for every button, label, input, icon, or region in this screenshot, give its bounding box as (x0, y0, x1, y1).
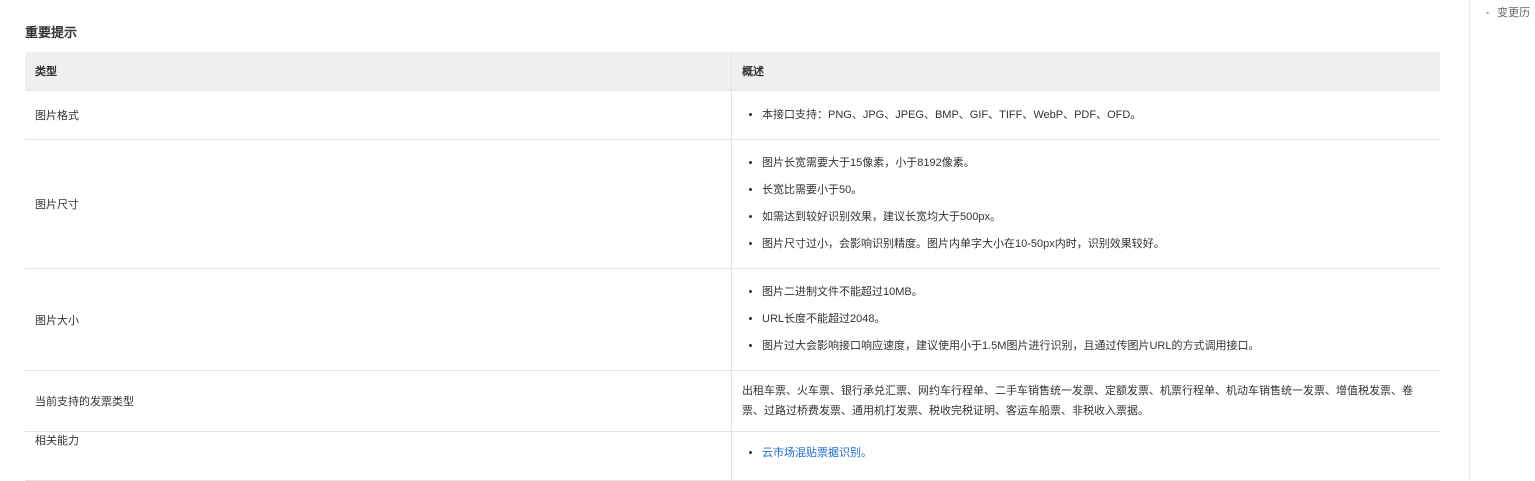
bullet-dot-icon: • (1486, 8, 1490, 18)
row-overview: 出租车票、火车票、银行承兑汇票、网约车行程单、二手车销售统一发票、定额发票、机票… (731, 370, 1440, 432)
table-row: 相关能力 云市场混贴票据识别。 (25, 431, 1440, 481)
row-overview: 本接口支持：PNG、JPG、JPEG、BMP、GIF、TIFF、WebP、PDF… (731, 90, 1440, 140)
list-item: 图片过大会影响接口响应速度，建议使用小于1.5M图片进行识别，且通过传图片URL… (762, 333, 1430, 360)
table-row: 当前支持的发票类型 出租车票、火车票、银行承兑汇票、网约车行程单、二手车销售统一… (25, 370, 1440, 432)
row-type-label: 相关能力 (25, 431, 732, 481)
column-header-type: 类型 (25, 52, 732, 91)
row-overview: 图片二进制文件不能超过10MB。 URL长度不能超过2048。 图片过大会影响接… (731, 268, 1440, 371)
section-title: 重要提示 (25, 25, 78, 40)
row-type-label: 图片大小 (25, 268, 732, 371)
list-item: 本接口支持：PNG、JPG、JPEG、BMP、GIF、TIFF、WebP、PDF… (762, 102, 1430, 129)
list-item: 如需达到较好识别效果，建议长宽均大于500px。 (762, 204, 1430, 231)
supported-invoice-types-text: 出租车票、火车票、银行承兑汇票、网约车行程单、二手车销售统一发票、定额发票、机票… (742, 385, 1413, 417)
table-header-row: 类型 概述 (25, 52, 1440, 91)
list-item: 图片长宽需要大于15像素，小于8192像素。 (762, 150, 1430, 177)
bullet-list: 图片二进制文件不能超过10MB。 URL长度不能超过2048。 图片过大会影响接… (742, 279, 1430, 360)
table-row: 图片尺寸 图片长宽需要大于15像素，小于8192像素。 长宽比需要小于50。 如… (25, 139, 1440, 269)
list-item: 图片二进制文件不能超过10MB。 (762, 279, 1430, 306)
column-header-overview: 概述 (731, 52, 1440, 91)
list-item: URL长度不能超过2048。 (762, 306, 1430, 333)
row-overview: 云市场混贴票据识别。 (731, 431, 1440, 481)
row-type-label: 图片格式 (25, 90, 732, 140)
related-capability-link[interactable]: 云市场混贴票据识别。 (762, 447, 872, 459)
list-item: 图片尺寸过小，会影响识别精度。图片内单字大小在10-50px内时，识别效果较好。 (762, 231, 1430, 258)
row-overview: 图片长宽需要大于15像素，小于8192像素。 长宽比需要小于50。 如需达到较好… (731, 139, 1440, 269)
row-type-label: 图片尺寸 (25, 139, 732, 269)
bullet-list: 图片长宽需要大于15像素，小于8192像素。 长宽比需要小于50。 如需达到较好… (742, 150, 1430, 258)
right-sidebar: • 变更历 (1469, 0, 1535, 480)
table-row: 图片大小 图片二进制文件不能超过10MB。 URL长度不能超过2048。 图片过… (25, 268, 1440, 371)
row-type-label: 当前支持的发票类型 (25, 370, 732, 432)
bullet-list: 本接口支持：PNG、JPG、JPEG、BMP、GIF、TIFF、WebP、PDF… (742, 102, 1430, 129)
list-item: 云市场混贴票据识别。 (762, 440, 1430, 467)
table-row: 图片格式 本接口支持：PNG、JPG、JPEG、BMP、GIF、TIFF、Web… (25, 90, 1440, 140)
bullet-list: 云市场混贴票据识别。 (742, 440, 1430, 467)
sidebar-item-label: 变更历 (1497, 7, 1531, 19)
list-item: 长宽比需要小于50。 (762, 177, 1430, 204)
sidebar-nav-item[interactable]: • 变更历 (1486, 4, 1530, 20)
important-notes-table: 类型 概述 图片格式 本接口支持：PNG、JPG、JPEG、BMP、GIF、TI… (25, 52, 1440, 481)
